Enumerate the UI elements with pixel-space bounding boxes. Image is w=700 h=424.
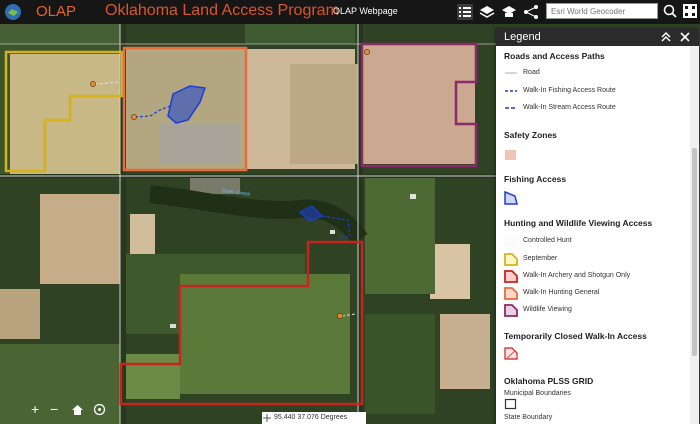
search-input[interactable]: Esri World Geocoder xyxy=(546,3,658,19)
legend-title: Legend xyxy=(504,31,541,43)
grid-icon[interactable] xyxy=(682,3,698,19)
legend-item-wildlife-viewing: Wildlife Viewing xyxy=(523,306,572,313)
collapse-icon[interactable] xyxy=(660,31,672,43)
section-fishing: Fishing Access xyxy=(504,174,567,184)
section-safety: Safety Zones xyxy=(504,130,557,140)
basemap-icon[interactable] xyxy=(500,3,518,21)
legend-item-road: Road xyxy=(523,69,540,76)
layers-icon[interactable] xyxy=(478,3,496,21)
safety-zone-swatch xyxy=(505,150,516,160)
section-roads: Roads and Access Paths xyxy=(504,51,605,61)
wildlife-viewing-swatch xyxy=(504,304,518,317)
coordinates-text: 95.440 37.076 Degrees xyxy=(274,414,348,421)
olap-webpage-link[interactable]: OLAP Webpage xyxy=(333,6,398,16)
search-icon[interactable] xyxy=(662,3,678,19)
app-name: OLAP xyxy=(36,3,77,20)
page-title: Oklahoma Land Access Program xyxy=(105,2,339,19)
road-swatch xyxy=(505,72,517,74)
zoom-in-button[interactable]: + xyxy=(31,401,39,417)
legend-item-state-boundary: State Boundary xyxy=(504,414,553,421)
municipal-boundary-swatch xyxy=(504,398,517,410)
controlled-hunt-swatch xyxy=(505,237,516,247)
fishing-route-swatch xyxy=(505,90,517,92)
crosshair-icon xyxy=(263,414,271,422)
legend-item-stream-route: Walk-In Stream Access Route xyxy=(523,104,616,111)
legend-header: Legend xyxy=(496,28,699,46)
stream-route-swatch xyxy=(505,107,517,109)
home-icon[interactable] xyxy=(71,403,84,416)
legend-item-municipal: Municipal Boundaries xyxy=(504,390,571,397)
legend-scrollbar-thumb[interactable] xyxy=(692,148,697,356)
zoom-out-button[interactable]: − xyxy=(50,401,58,417)
legend-item-fishing-route: Walk-In Fishing Access Route xyxy=(523,87,616,94)
legend-item-september: September xyxy=(523,255,558,262)
logo-icon xyxy=(5,4,21,20)
section-closed: Temporarily Closed Walk-In Access xyxy=(504,331,647,341)
legend-item-controlled-hunt: Controlled Hunt xyxy=(523,237,572,244)
archery-shotgun-swatch xyxy=(504,270,518,283)
coordinate-readout: 95.440 37.076 Degrees xyxy=(262,412,366,424)
section-plss: Oklahoma PLSS GRID xyxy=(504,376,594,386)
fishing-access-swatch xyxy=(504,191,518,205)
september-swatch xyxy=(504,253,518,266)
legend-body[interactable]: Roads and Access Paths Road Walk-In Fish… xyxy=(496,46,690,424)
app-header: OLAP Oklahoma Land Access Program OLAP W… xyxy=(0,0,700,24)
legend-list-icon[interactable] xyxy=(456,3,474,21)
hunting-general-swatch xyxy=(504,287,518,300)
close-icon[interactable] xyxy=(679,31,691,43)
legend-item-archery-shotgun: Walk-In Archery and Shotgun Only xyxy=(523,272,631,279)
locate-icon[interactable] xyxy=(93,403,106,416)
legend-item-hunting-general: Walk-In Hunting General xyxy=(523,289,600,296)
section-hunting: Hunting and Wildlife Viewing Access xyxy=(504,218,653,228)
legend-panel: Legend Roads and Access Paths Road Walk-… xyxy=(496,28,699,424)
share-icon[interactable] xyxy=(522,3,540,21)
closed-access-swatch xyxy=(504,347,518,360)
